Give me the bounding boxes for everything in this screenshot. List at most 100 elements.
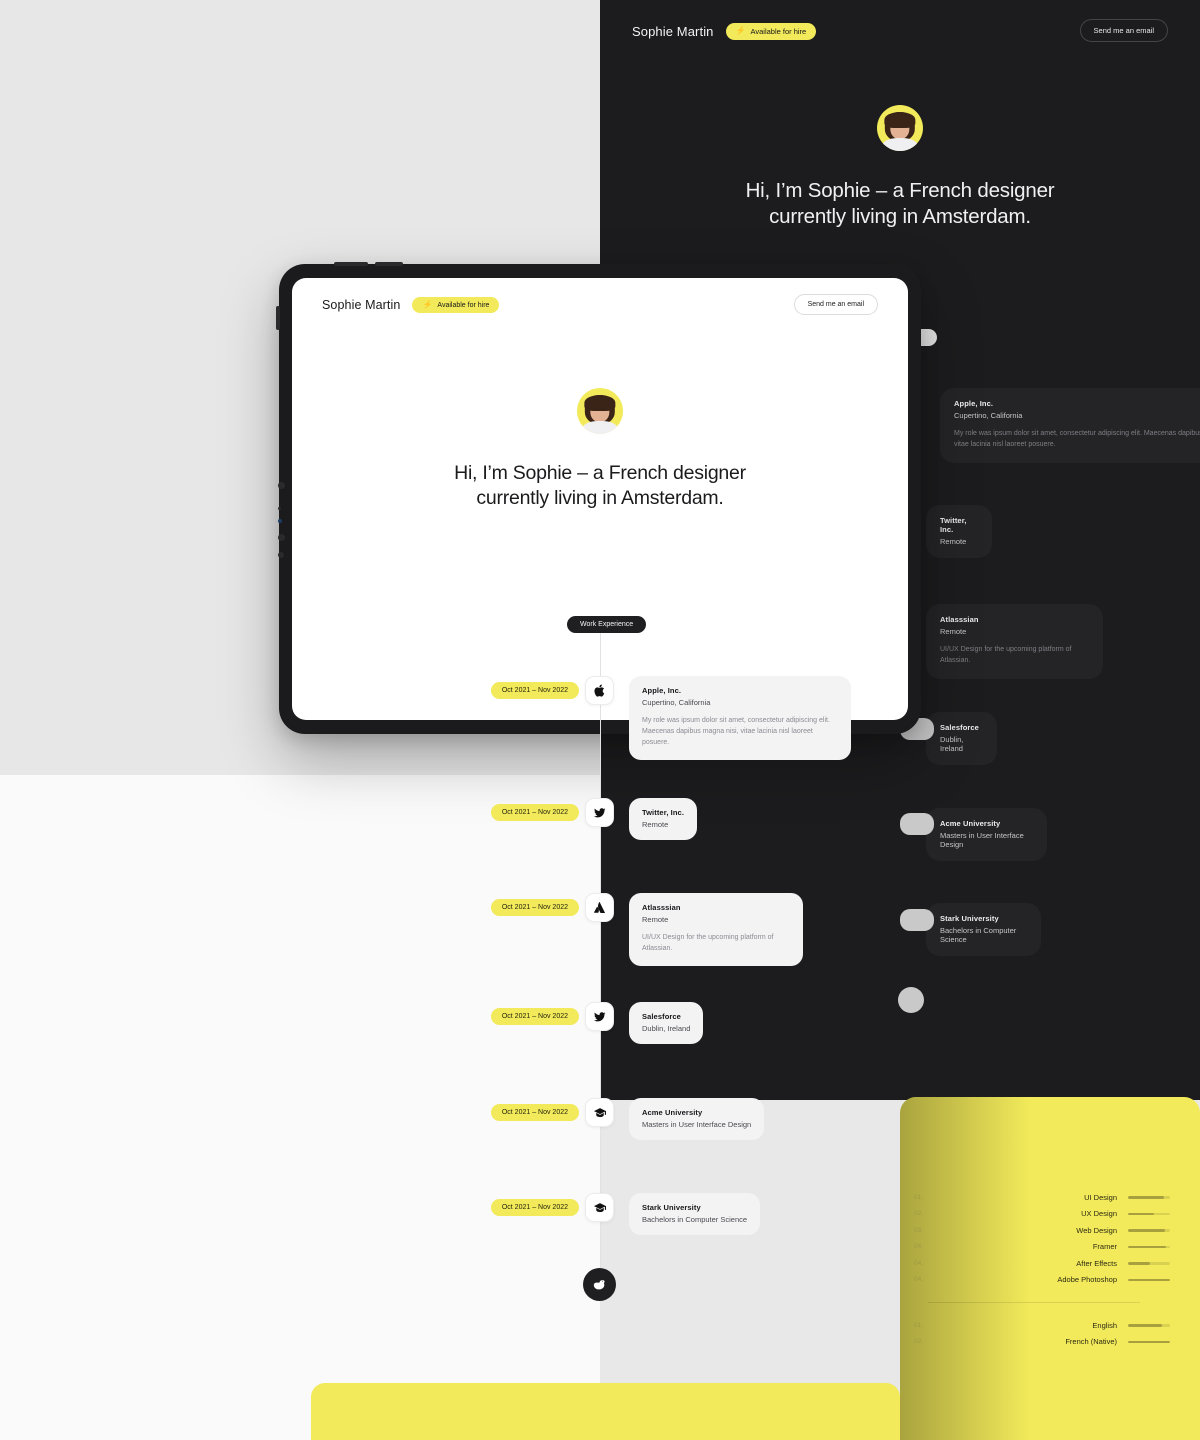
light-available-for-hire-badge[interactable]: ⚡ Available for hire <box>412 297 500 313</box>
tablet-sensor-dot <box>278 507 281 510</box>
skill-index: 02. <box>914 1210 924 1218</box>
language-row: 02. French (Native) <box>914 1334 1170 1351</box>
tablet-top-button <box>334 262 368 266</box>
timeline-date: Oct 2021 – Nov 2022 <box>490 1104 579 1121</box>
skill-progress-fill <box>1128 1212 1155 1215</box>
ghost-card-description: UI/UX Design for the upcoming platform o… <box>940 646 1072 664</box>
apple-icon[interactable] <box>585 676 614 705</box>
skills-panel: 01. UI Design 02. UX Design 03. Web Desi… <box>900 1097 1200 1440</box>
available-for-hire-badge[interactable]: ⚡ Available for hire <box>725 22 817 40</box>
skill-label: UI Design <box>1084 1192 1117 1202</box>
skill-progress-bar <box>1128 1278 1170 1281</box>
ghost-card-title: Atlasssian <box>940 615 979 624</box>
language-label: English <box>1092 1320 1117 1330</box>
skill-label: Adobe Photoshop <box>1057 1275 1117 1285</box>
skill-label: Web Design <box>1076 1225 1117 1235</box>
language-progress-fill <box>1128 1340 1170 1343</box>
twitter-icon[interactable] <box>585 798 614 827</box>
tablet-side-button <box>276 306 280 330</box>
skill-label: Framer <box>1092 1242 1117 1252</box>
send-email-button[interactable]: Send me an email <box>1079 19 1168 42</box>
available-for-hire-label: Available for hire <box>750 26 807 36</box>
timeline-card-title: Salesforce <box>642 1012 681 1021</box>
skill-index: 03. <box>914 1226 924 1234</box>
light-available-for-hire-label: Available for hire <box>437 301 490 309</box>
ghost-card-atlassian: Atlasssian Remote UI/UX Design for the u… <box>926 604 1103 679</box>
ghost-card-subtitle: Masters in User Interface Design <box>940 831 1024 849</box>
duck-icon[interactable] <box>583 1268 616 1301</box>
skill-progress-bar <box>1128 1262 1170 1265</box>
ghost-icon-chip-acme <box>900 813 934 835</box>
ghost-card-subtitle: Cupertino, California <box>954 411 1023 420</box>
light-hero-headline-line-2: currently living in Amsterdam. <box>476 487 724 510</box>
avatar-body <box>882 138 918 151</box>
timeline-card-description: My role was ipsum dolor sit amet, consec… <box>642 717 830 746</box>
timeline-card-subtitle: Cupertino, California <box>642 698 711 707</box>
dark-navbar: Sophie Martin ⚡ Available for hire Send … <box>600 0 1200 62</box>
ghost-card-title: Apple, Inc. <box>954 399 994 408</box>
graduation-cap-icon[interactable] <box>585 1193 614 1222</box>
timeline-card-subtitle: Bachelors in Computer Science <box>642 1215 748 1224</box>
skill-index: 04. <box>914 1276 924 1284</box>
timeline-card: Acme University Masters in User Interfac… <box>629 1098 765 1140</box>
timeline-spine <box>599 624 601 1286</box>
light-brand-name[interactable]: Sophie Martin <box>322 298 400 312</box>
skill-row: 04. After Effects <box>914 1255 1170 1272</box>
language-index: 01. <box>914 1321 924 1329</box>
light-navbar: Sophie Martin ⚡ Available for hire Send … <box>292 278 908 332</box>
light-send-email-button[interactable]: Send me an email <box>793 294 878 315</box>
skill-progress-fill <box>1128 1196 1164 1199</box>
skills-divider <box>928 1302 1140 1303</box>
language-label: French (Native) <box>1065 1337 1117 1347</box>
graduation-cap-icon[interactable] <box>585 1098 614 1127</box>
skills-list: 01. UI Design 02. UX Design 03. Web Desi… <box>900 1189 1200 1350</box>
hero-headline: Hi, I’m Sophie – a French designer curre… <box>600 178 1200 230</box>
skill-row: 03. Web Design <box>914 1222 1170 1239</box>
light-hero-headline: Hi, I’m Sophie – a French designer curre… <box>292 461 908 512</box>
skill-progress-fill <box>1128 1245 1166 1248</box>
ghost-card-stark-university: Stark University Bachelors in Computer S… <box>926 903 1041 956</box>
hero-headline-line-2: currently living in Amsterdam. <box>769 205 1031 229</box>
timeline-card-title: Apple, Inc. <box>642 686 682 695</box>
ghost-card-subtitle: Bachelors in Computer Science <box>940 926 1017 944</box>
ghost-card-subtitle: Remote <box>940 537 967 546</box>
timeline-card-subtitle: Remote <box>642 820 669 829</box>
timeline-card-title: Atlasssian <box>642 903 681 912</box>
ghost-card-description: My role was ipsum dolor sit amet, consec… <box>954 430 1200 448</box>
bolt-icon: ⚡ <box>735 26 746 35</box>
avatar-hair-front <box>584 394 616 411</box>
ghost-card-salesforce: Salesforce Dublin, Ireland <box>926 712 997 765</box>
bolt-icon: ⚡ <box>422 300 433 309</box>
tablet-camera-dot <box>278 482 285 489</box>
ghost-card-title: Stark University <box>940 914 999 923</box>
site-brand-name[interactable]: Sophie Martin <box>632 24 714 39</box>
skill-progress-bar <box>1128 1212 1170 1215</box>
ghost-card-title: Salesforce <box>940 723 979 732</box>
tablet-mic-dot <box>278 534 285 541</box>
timeline-card-subtitle: Remote <box>642 915 669 924</box>
tablet-mic-dot <box>278 552 284 558</box>
ghost-card-twitter: Twitter, Inc. Remote <box>926 505 992 558</box>
avatar-hair-front <box>884 111 916 128</box>
tablet-led-dot <box>278 519 282 523</box>
atlassian-icon[interactable] <box>585 893 614 922</box>
skill-index: 01. <box>914 1193 924 1201</box>
avatar <box>577 388 623 434</box>
ghost-card-acme-university: Acme University Masters in User Interfac… <box>926 808 1047 861</box>
skill-progress-fill <box>1128 1262 1151 1265</box>
timeline-card: Stark University Bachelors in Computer S… <box>629 1193 761 1235</box>
ghost-card-title: Twitter, Inc. <box>940 516 967 534</box>
skill-progress-fill <box>1128 1278 1170 1281</box>
skill-progress-bar <box>1128 1229 1170 1232</box>
ghost-icon-chip-stark <box>900 909 934 931</box>
skill-row: 04. Framer <box>914 1239 1170 1256</box>
work-experience-chip: Work Experience <box>567 616 647 633</box>
timeline-card: Atlasssian Remote UI/UX Design for the u… <box>629 893 803 966</box>
screenshot-stage: Sophie Martin ⚡ Available for hire Send … <box>0 0 1200 1440</box>
skill-progress-fill <box>1128 1229 1165 1232</box>
timeline-card: Twitter, Inc. Remote <box>629 798 698 840</box>
language-progress-fill <box>1128 1324 1162 1327</box>
ghost-icon-chip-end <box>898 987 924 1013</box>
twitter-icon[interactable] <box>585 1002 614 1031</box>
dark-hero: Hi, I’m Sophie – a French designer curre… <box>600 105 1200 230</box>
